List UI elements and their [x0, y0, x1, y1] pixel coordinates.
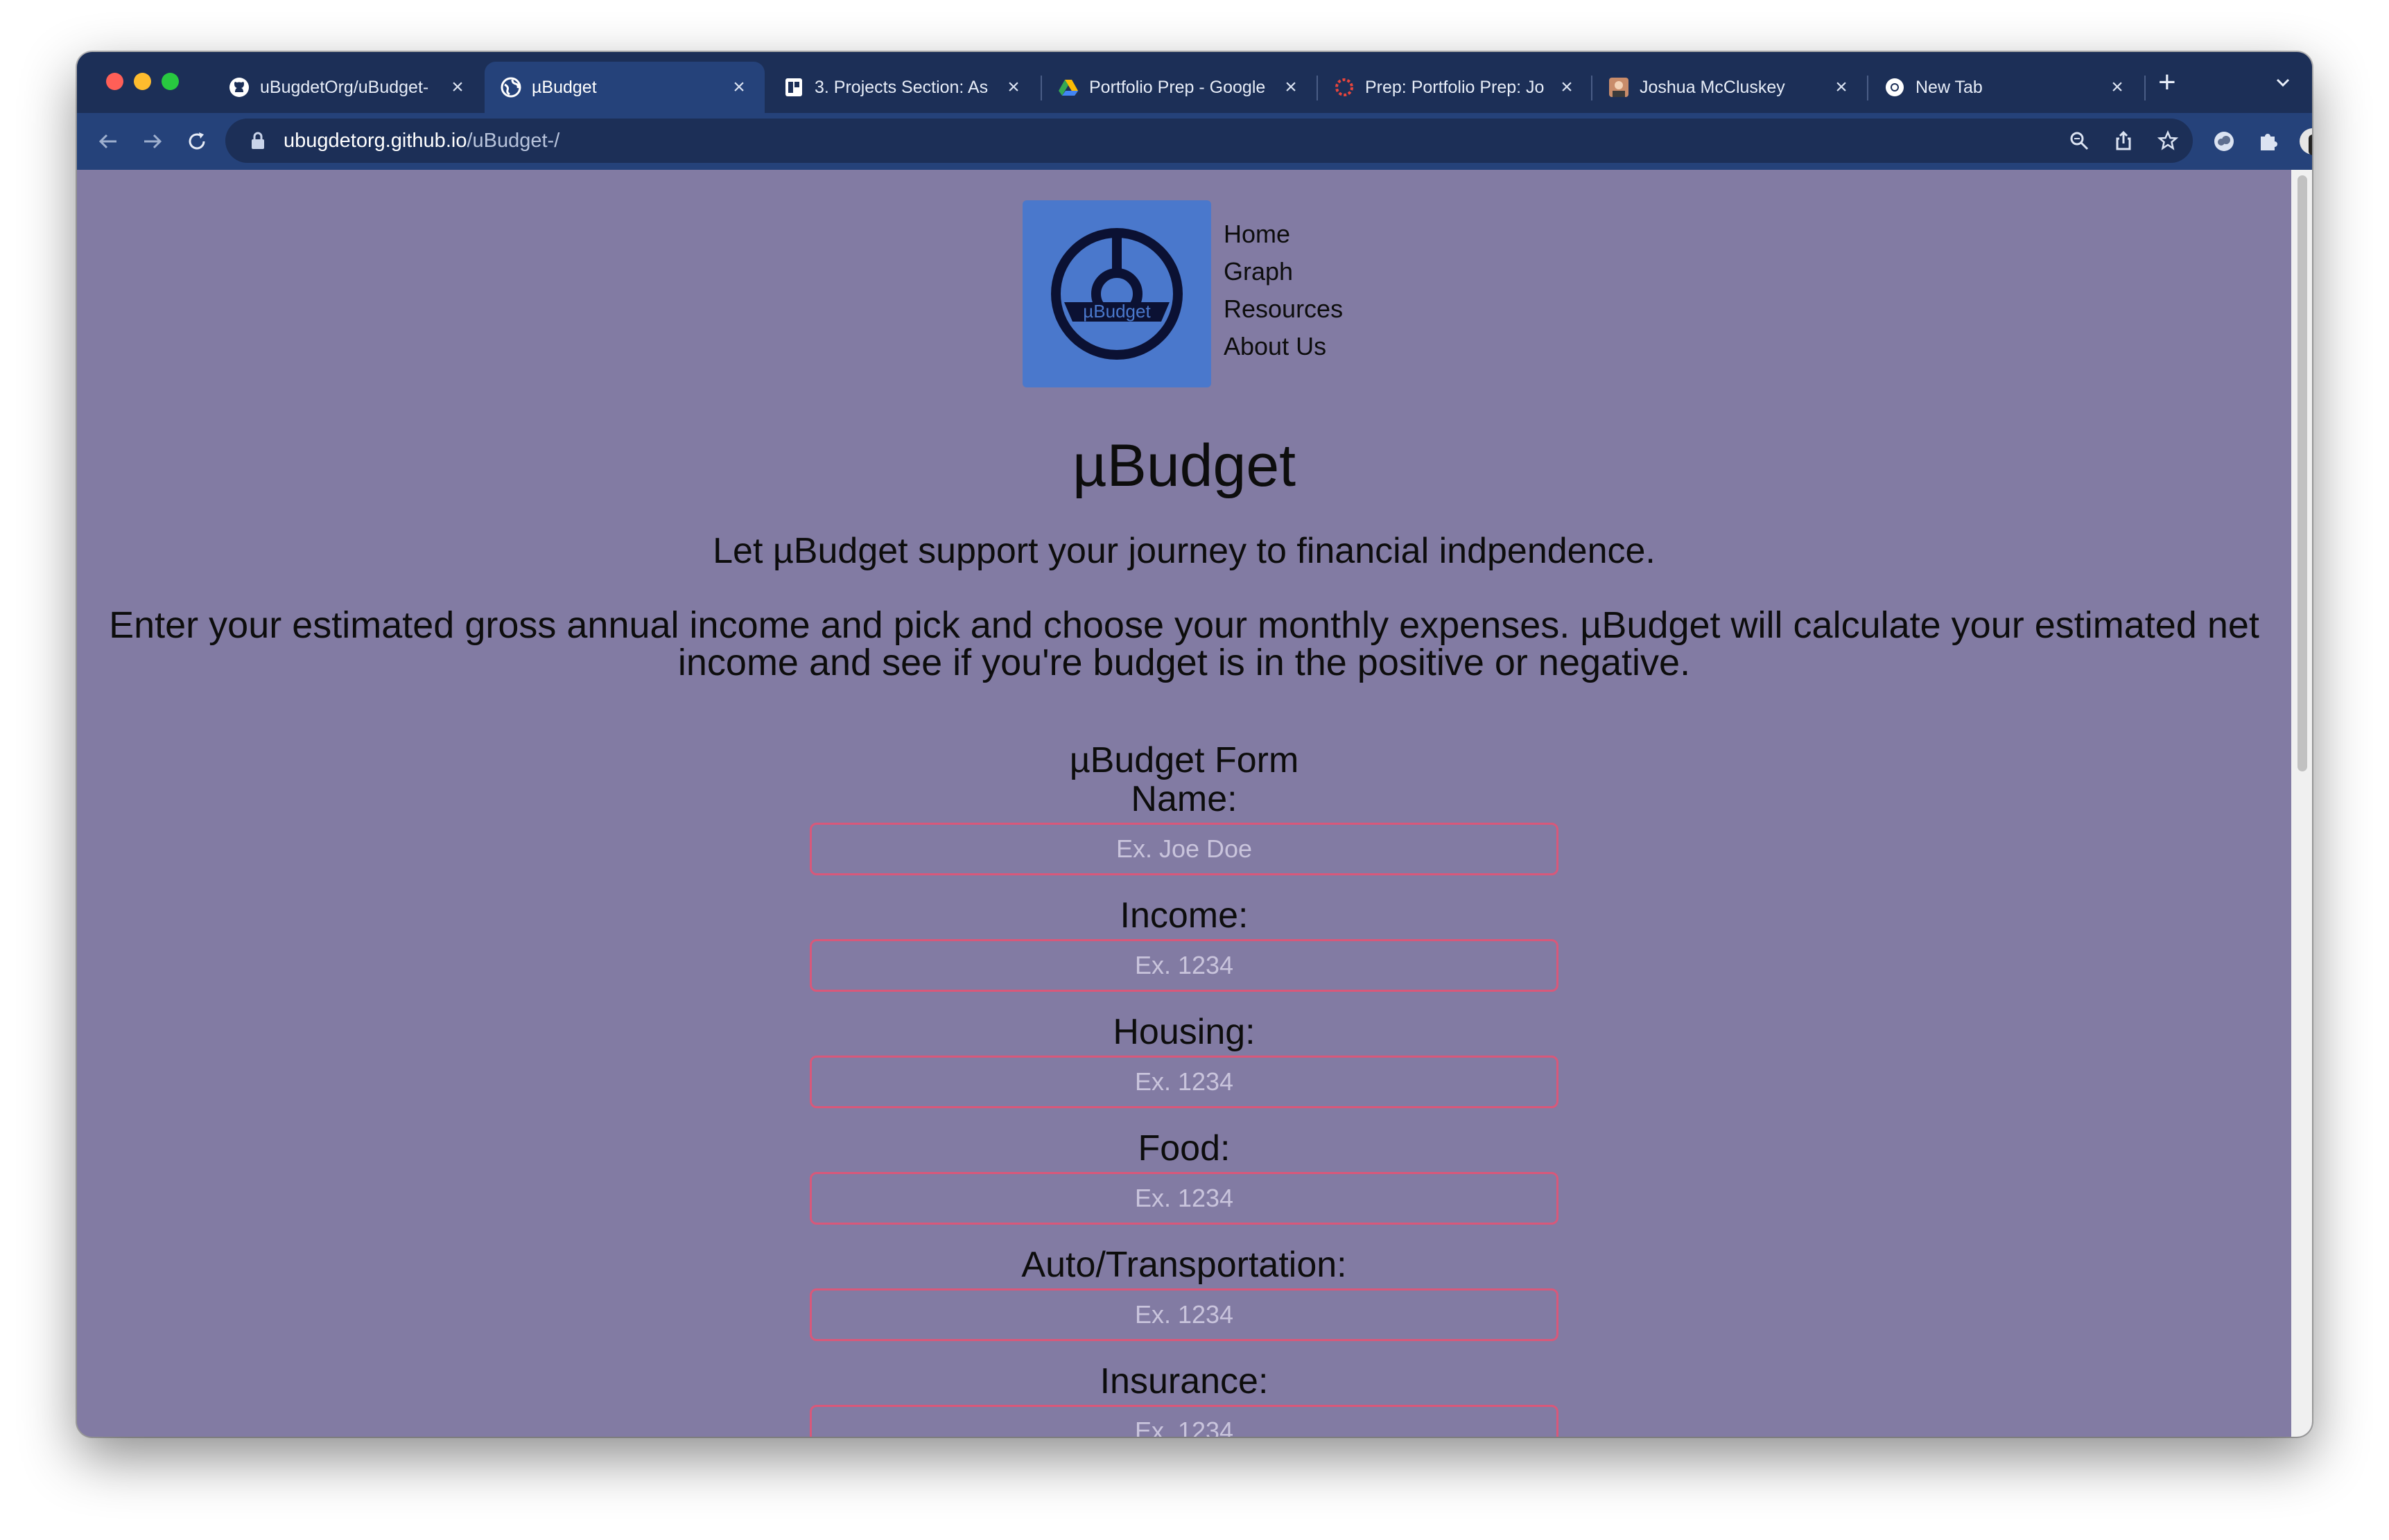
document-icon	[783, 76, 805, 98]
tab-title: µBudget	[532, 77, 597, 97]
avatar[interactable]	[2298, 127, 2312, 156]
tab-separator	[1591, 76, 1592, 100]
url-text: ubugdetorg.github.io/uBudget-/	[284, 130, 559, 152]
ubudget-logo[interactable]: µBudget	[1023, 200, 1211, 387]
site-nav: Home Graph Resources About Us	[1224, 216, 1343, 387]
tab-title: 3. Projects Section: As	[815, 77, 989, 97]
zoom-icon[interactable]	[2067, 128, 2092, 153]
tab-github[interactable]: uBugdetOrg/uBudget- ×	[213, 62, 483, 113]
housing-input[interactable]	[810, 1056, 1558, 1108]
logo-text: µBudget	[1083, 301, 1151, 322]
page-title: µBudget	[1072, 432, 1296, 499]
bookmark-star-icon[interactable]	[2155, 128, 2180, 153]
close-tab-icon[interactable]: ×	[729, 76, 749, 99]
nav-about-us-link[interactable]: About Us	[1224, 328, 1343, 365]
insurance-label: Insurance:	[1100, 1361, 1269, 1401]
form-title: µBudget Form	[1069, 740, 1299, 780]
scrollbar-thumb[interactable]	[2297, 175, 2307, 771]
google-drive-icon	[1057, 76, 1079, 98]
tagline: Let µBudget support your journey to fina…	[713, 531, 1656, 571]
forward-arrow-icon[interactable]	[138, 127, 167, 156]
dotted-ring-icon	[1333, 76, 1355, 98]
tab-prep-portfolio[interactable]: Prep: Portfolio Prep: Jo ×	[1318, 62, 1592, 113]
income-label: Income:	[1120, 895, 1249, 936]
tab-title: Prep: Portfolio Prep: Jo	[1365, 77, 1545, 97]
extension-cloud-icon[interactable]	[2209, 127, 2239, 156]
minimize-window-button[interactable]	[134, 73, 151, 90]
profile-photo-icon	[1608, 76, 1630, 98]
nav-home-link[interactable]: Home	[1224, 216, 1343, 253]
zoom-window-button[interactable]	[162, 73, 179, 90]
page-content: µBudget Home Graph Resources About Us µB…	[77, 170, 2291, 1437]
browser-window: uBugdetOrg/uBudget- × µBudget × 3. Proje…	[77, 52, 2312, 1437]
nav-graph-link[interactable]: Graph	[1224, 253, 1343, 290]
housing-label: Housing:	[1113, 1012, 1256, 1052]
close-tab-icon[interactable]: ×	[1831, 76, 1852, 99]
close-tab-icon[interactable]: ×	[447, 76, 468, 99]
close-window-button[interactable]	[106, 73, 123, 90]
new-tab-button[interactable]: +	[2158, 67, 2176, 98]
address-bar[interactable]: ubugdetorg.github.io/uBudget-/	[225, 119, 2193, 163]
tab-title: uBugdetOrg/uBudget-	[260, 77, 429, 97]
tab-separator	[2144, 76, 2146, 100]
chevron-down-icon[interactable]	[2273, 73, 2293, 92]
tab-separator	[1041, 76, 1042, 100]
tab-separator	[1867, 76, 1868, 100]
budget-form: µBudget Form Name: Income: Housing: Food…	[77, 741, 2291, 1437]
globe-icon	[500, 76, 522, 98]
url-path: /uBudget-/	[467, 129, 560, 152]
tab-strip: uBugdetOrg/uBudget- × µBudget × 3. Proje…	[77, 52, 2312, 113]
browser-toolbar: ubugdetorg.github.io/uBudget-/	[77, 113, 2312, 170]
name-input[interactable]	[810, 823, 1558, 875]
tab-title: Joshua McCluskey	[1640, 77, 1785, 97]
auto-transportation-input[interactable]	[810, 1288, 1558, 1341]
tab-projects-section[interactable]: 3. Projects Section: As ×	[767, 62, 1039, 113]
food-input[interactable]	[810, 1172, 1558, 1225]
description: Enter your estimated gross annual income…	[109, 604, 2259, 683]
share-icon[interactable]	[2111, 128, 2136, 153]
tab-joshua-mccluskey[interactable]: Joshua McCluskey ×	[1592, 62, 1867, 113]
tab-separator	[1317, 76, 1318, 100]
tab-portfolio-prep-google[interactable]: Portfolio Prep - Google ×	[1042, 62, 1317, 113]
close-tab-icon[interactable]: ×	[2107, 76, 2128, 99]
site-header: µBudget Home Graph Resources About Us	[1023, 200, 1343, 387]
puzzle-icon[interactable]	[2254, 127, 2283, 156]
tab-ubudget[interactable]: µBudget ×	[485, 62, 765, 113]
income-input[interactable]	[810, 939, 1558, 992]
close-tab-icon[interactable]: ×	[1003, 76, 1024, 99]
tab-new-tab[interactable]: New Tab ×	[1868, 62, 2143, 113]
auto-transportation-label: Auto/Transportation:	[1021, 1245, 1347, 1285]
back-arrow-icon[interactable]	[94, 127, 123, 156]
reload-icon[interactable]	[182, 127, 211, 156]
page-scrollbar[interactable]	[2291, 170, 2312, 1437]
close-tab-icon[interactable]: ×	[1556, 76, 1577, 99]
close-tab-icon[interactable]: ×	[1280, 76, 1301, 99]
url-host: ubugdetorg.github.io	[284, 129, 467, 152]
chrome-icon	[1884, 76, 1906, 98]
lock-icon[interactable]	[250, 132, 266, 150]
nav-resources-link[interactable]: Resources	[1224, 290, 1343, 328]
github-icon	[228, 76, 250, 98]
insurance-input[interactable]	[810, 1405, 1558, 1437]
tab-title: Portfolio Prep - Google	[1089, 77, 1266, 97]
food-label: Food:	[1138, 1128, 1231, 1169]
tab-title: New Tab	[1915, 77, 1983, 97]
name-label: Name:	[1131, 779, 1237, 819]
